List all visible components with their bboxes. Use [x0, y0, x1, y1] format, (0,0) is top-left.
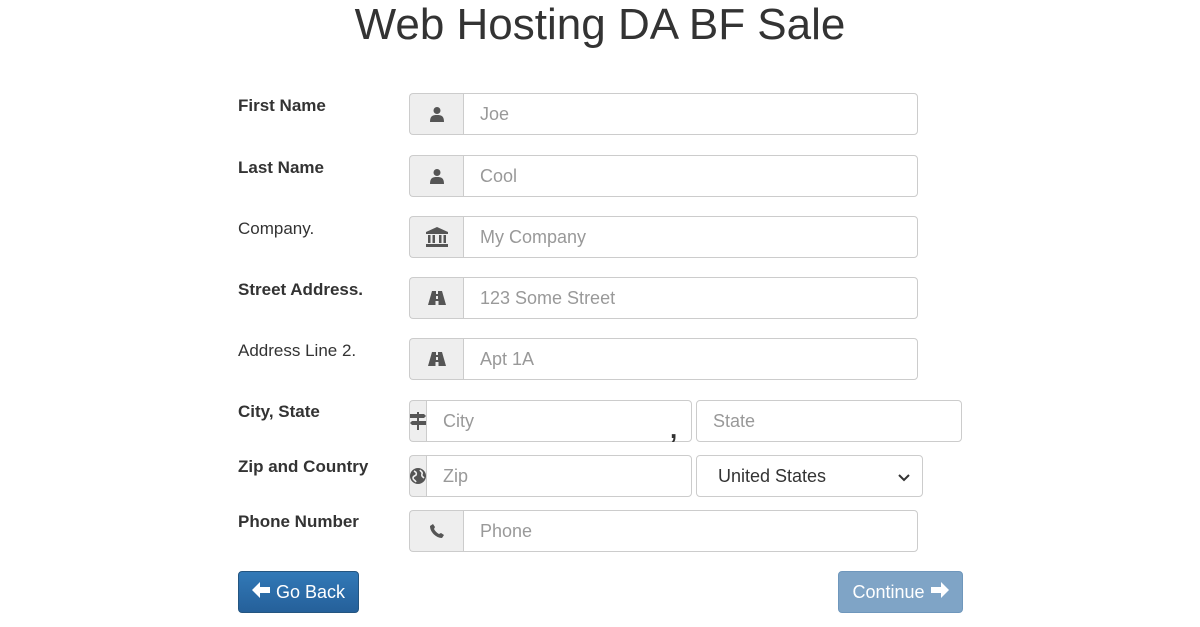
zip-country-label: Zip and Country [238, 457, 369, 476]
city-input[interactable] [426, 400, 692, 442]
zip-group [409, 455, 692, 497]
continue-button[interactable]: Continue [838, 571, 963, 613]
state-input[interactable] [696, 400, 962, 442]
continue-label: Continue [852, 581, 925, 602]
first-name-label: First Name [238, 96, 326, 115]
zip-country-row: Zip and Country United States [238, 455, 968, 497]
user-icon [409, 93, 463, 135]
address-line-2-input[interactable] [463, 338, 918, 380]
phone-label: Phone Number [238, 512, 359, 531]
address-line-2-row: Address Line 2. [238, 338, 968, 380]
go-back-label: Go Back [275, 581, 346, 602]
street-address-group [409, 277, 918, 319]
last-name-row: Last Name [238, 155, 968, 197]
state-group [696, 400, 962, 442]
phone-group [409, 510, 918, 552]
city-state-label: City, State [238, 402, 320, 421]
company-label: Company. [238, 219, 315, 238]
road-icon [409, 277, 463, 319]
street-address-row: Street Address. [238, 277, 968, 319]
bank-icon [409, 216, 463, 258]
road-icon [409, 338, 463, 380]
city-state-separator: , [670, 414, 678, 444]
globe-icon [409, 455, 426, 497]
street-address-label: Street Address. [238, 280, 364, 299]
signpost-icon [409, 400, 426, 442]
go-back-button[interactable]: Go Back [238, 571, 359, 613]
company-input[interactable] [463, 216, 918, 258]
first-name-row: First Name [238, 93, 968, 135]
first-name-group [409, 93, 918, 135]
last-name-group [409, 155, 918, 197]
city-group [409, 400, 692, 442]
company-row: Company. [238, 216, 968, 258]
phone-icon [409, 510, 463, 552]
zip-input[interactable] [426, 455, 692, 497]
last-name-input[interactable] [463, 155, 918, 197]
arrow-left-icon [251, 581, 270, 603]
phone-row: Phone Number [238, 510, 968, 552]
company-group [409, 216, 918, 258]
order-form-page: Web Hosting DA BF Sale First Name Last N… [0, 0, 1200, 627]
first-name-input[interactable] [463, 93, 918, 135]
street-address-input[interactable] [463, 277, 918, 319]
page-title: Web Hosting DA BF Sale [354, 0, 846, 49]
city-state-row: City, State , [238, 400, 968, 442]
address-line-2-group [409, 338, 918, 380]
last-name-label: Last Name [238, 158, 324, 177]
chevron-down-icon [898, 466, 910, 487]
user-icon [409, 155, 463, 197]
country-select[interactable]: United States [696, 455, 923, 497]
arrow-right-icon [930, 581, 949, 603]
phone-input[interactable] [463, 510, 918, 552]
address-line-2-label: Address Line 2. [238, 341, 357, 360]
country-select-value: United States [718, 465, 827, 486]
